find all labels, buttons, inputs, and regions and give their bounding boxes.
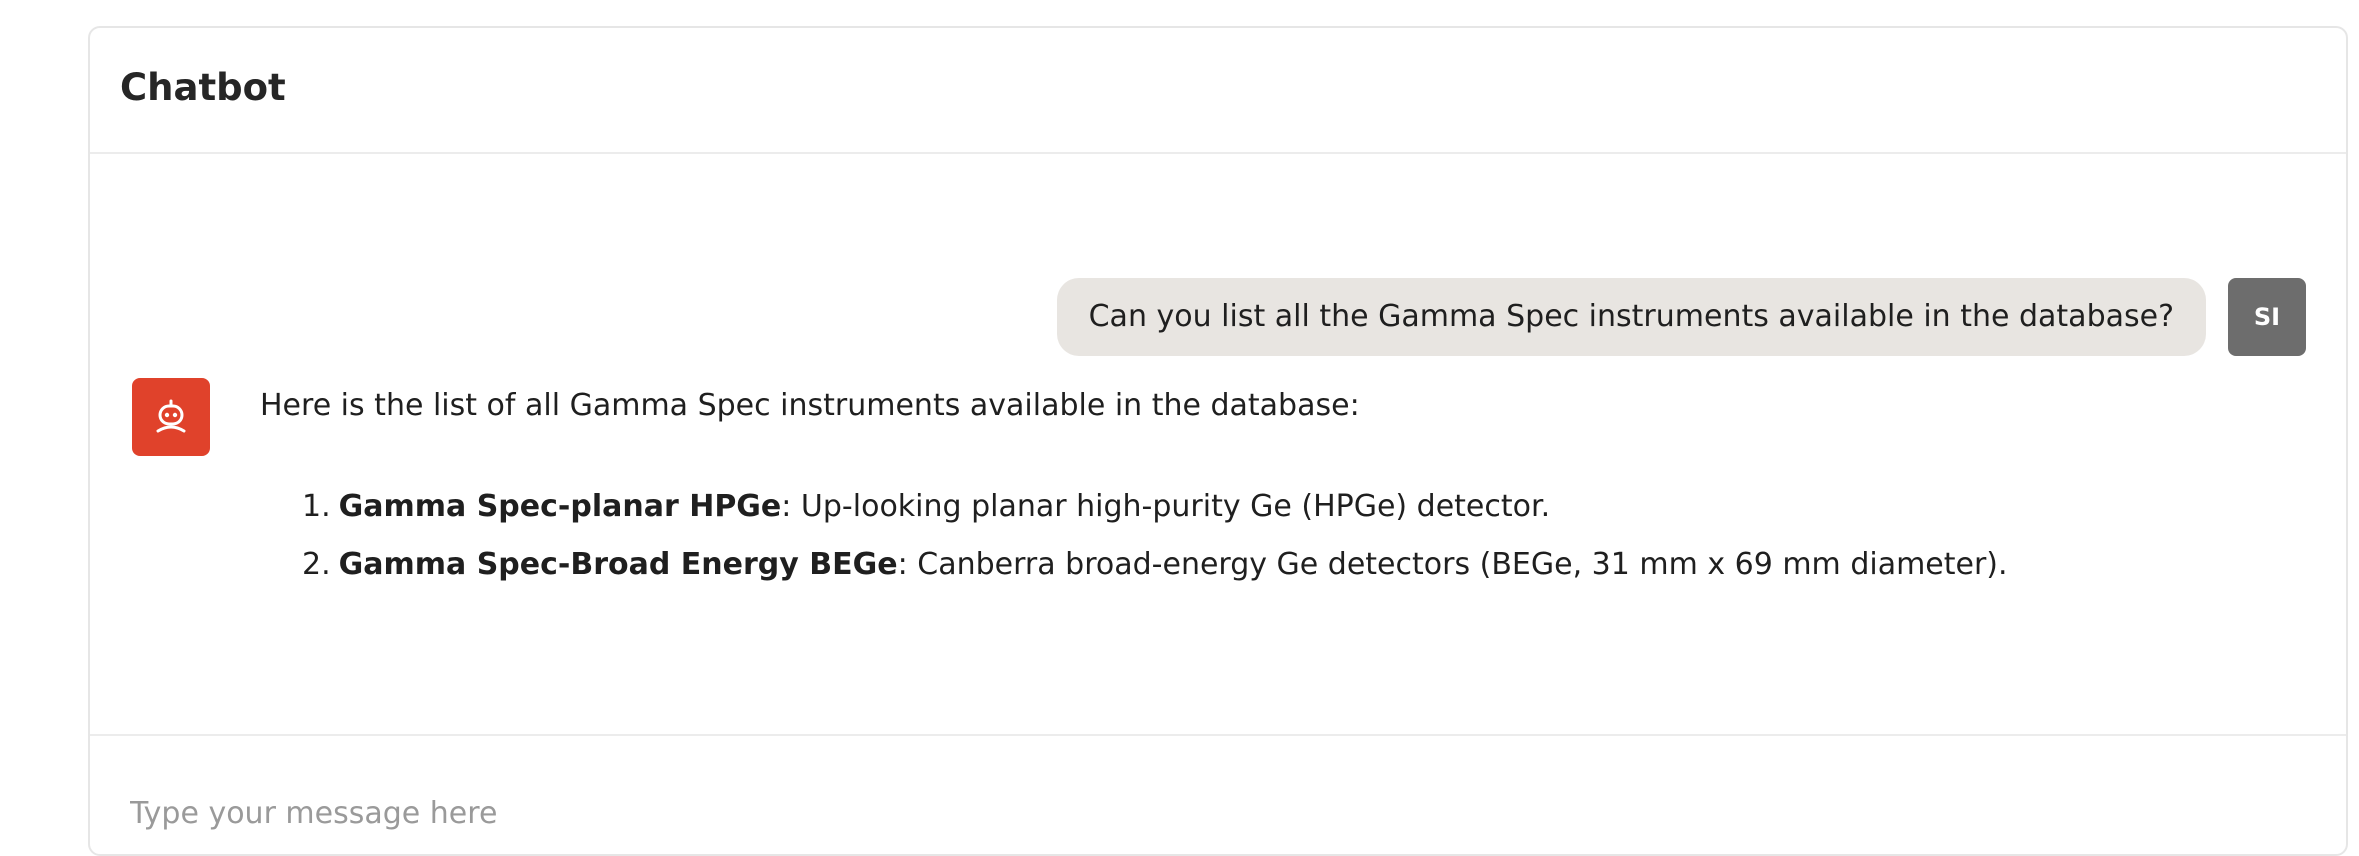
message-input[interactable] xyxy=(130,788,2230,838)
chatbot-header: Chatbot xyxy=(90,28,2346,154)
list-item: 2. Gamma Spec-Broad Energy BEGe: Canberra… xyxy=(260,536,2286,594)
instrument-description: : Up-looking planar high-purity Ge (HPGe… xyxy=(781,489,1551,524)
user-message-bubble: Can you list all the Gamma Spec instrume… xyxy=(1056,278,2206,356)
bot-avatar xyxy=(132,378,210,456)
list-item-number: 2. xyxy=(302,547,331,582)
list-item: 1. Gamma Spec-planar HPGe: Up-looking pla… xyxy=(260,478,2286,536)
instrument-list: 1. Gamma Spec-planar HPGe: Up-looking pla… xyxy=(260,478,2286,594)
message-input-area xyxy=(90,734,2346,854)
instrument-name: Gamma Spec-Broad Energy BEGe xyxy=(338,547,898,582)
chatbot-panel: Chatbot Can you list all the Gamma Spec … xyxy=(88,26,2348,856)
bot-message-intro: Here is the list of all Gamma Spec instr… xyxy=(260,388,1360,423)
user-avatar: SI xyxy=(2228,278,2306,356)
message-list[interactable]: Can you list all the Gamma Spec instrume… xyxy=(90,154,2346,732)
bot-message: Here is the list of all Gamma Spec instr… xyxy=(260,384,2286,594)
robot-icon xyxy=(156,399,186,433)
instrument-description: : Canberra broad-energy Ge detectors (BE… xyxy=(897,547,2008,582)
list-item-number: 1. xyxy=(302,489,331,524)
user-message-row: Can you list all the Gamma Spec instrume… xyxy=(1056,278,2306,356)
chatbot-title: Chatbot xyxy=(120,66,286,109)
instrument-name: Gamma Spec-planar HPGe xyxy=(338,489,782,524)
